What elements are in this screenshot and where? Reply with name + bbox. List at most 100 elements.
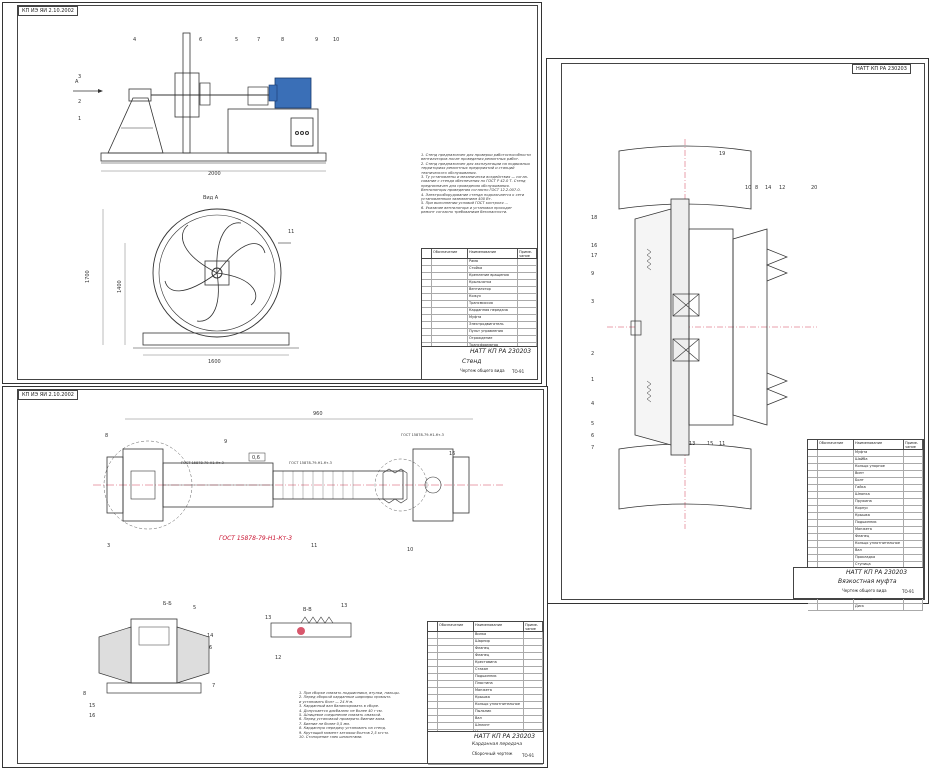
- parts-list-row: Крыльчатка: [422, 280, 537, 287]
- parts-list-cell: [438, 667, 474, 673]
- parts-list-cell: [438, 709, 474, 715]
- parts-list-cell: Пластина: [474, 681, 524, 687]
- gost-label-1: ГОСТ 15878-79-Н1-Кт-3: [181, 461, 224, 465]
- parts-list-cell: [432, 315, 468, 321]
- svg-text:17: 17: [591, 253, 597, 259]
- parts-list: Обозначение Наименование Приме-чание Муфт…: [807, 439, 924, 611]
- title-block: НАТТ КП РА 230203 Карданная передача Сбо…: [427, 731, 544, 764]
- parts-list-cell: [524, 667, 543, 673]
- parts-list-cell: [518, 308, 537, 314]
- parts-list-cell: [518, 336, 537, 342]
- parts-list-cell: [432, 336, 468, 342]
- parts-list-cell: [524, 660, 543, 666]
- svg-text:8: 8: [105, 433, 108, 439]
- parts-list-row: Фланец: [808, 534, 923, 541]
- parts-list-cell: [432, 287, 468, 293]
- parts-list-cell: Болт: [854, 478, 904, 484]
- svg-text:6: 6: [199, 37, 202, 43]
- parts-list-row: Подшипник: [428, 674, 543, 681]
- parts-list-cell: Кожух: [468, 294, 518, 300]
- parts-list-cell: [904, 471, 923, 477]
- parts-list-row: Крышка: [808, 513, 923, 520]
- parts-list-cell: [432, 322, 468, 328]
- svg-text:15: 15: [89, 703, 95, 709]
- parts-list-row: Винт: [808, 471, 923, 478]
- parts-list-row: Пыльник: [428, 709, 543, 716]
- parts-list-cell: [432, 329, 468, 335]
- svg-text:8: 8: [755, 185, 758, 191]
- svg-text:16: 16: [591, 243, 597, 249]
- parts-list-cell: [438, 653, 474, 659]
- parts-list-cell: [524, 695, 543, 701]
- svg-text:6: 6: [209, 645, 212, 651]
- parts-list-cell: [518, 259, 537, 265]
- parts-list-cell: [818, 520, 854, 526]
- parts-list-cell: [438, 723, 474, 729]
- parts-list-row: Рама: [422, 259, 537, 266]
- parts-list-cell: Ограждение: [468, 336, 518, 342]
- svg-text:11: 11: [311, 543, 317, 549]
- sheet-stand[interactable]: КП ИЭ ЯИ 2.10.2002 А 3 2 1 4 6 5 7 8 9 1…: [2, 2, 542, 384]
- svg-text:5: 5: [193, 605, 196, 611]
- parts-list-cell: [904, 485, 923, 491]
- parts-list-row: Шайба: [808, 457, 923, 464]
- parts-list-cell: [818, 534, 854, 540]
- parts-list-cell: Фланец: [474, 646, 524, 652]
- svg-text:3: 3: [107, 543, 110, 549]
- parts-list-cell: Фланец: [854, 534, 904, 540]
- parts-list-row: Фланец: [428, 653, 543, 660]
- svg-text:4: 4: [591, 401, 594, 407]
- parts-list-cell: [818, 450, 854, 456]
- parts-list-cell: Крепление вращения: [468, 273, 518, 279]
- parts-list-cell: [432, 301, 468, 307]
- svg-text:9: 9: [591, 271, 594, 277]
- parts-list-cell: [524, 716, 543, 722]
- title-block: НАТТ КП РА 230203 Стенд Чертеж общего ви…: [421, 346, 538, 380]
- parts-list-row: Пульт управления: [422, 329, 537, 336]
- parts-list-cell: [818, 499, 854, 505]
- parts-list-cell: Муфта: [854, 450, 904, 456]
- parts-list-cell: [904, 520, 923, 526]
- parts-list-cell: Шарнир: [474, 639, 524, 645]
- parts-list-cell: [904, 457, 923, 463]
- parts-list-cell: Крышка: [854, 513, 904, 519]
- gost-label-3: ГОСТ 15878-79-Н1-Кт-3: [401, 433, 444, 437]
- technical-notes: 1. Стенд предназначен для проверки работ…: [421, 153, 531, 215]
- sheet-coupling[interactable]: НАТТ КП РА 230203 19 18 16 17 9 3 2 1 4 …: [546, 58, 929, 611]
- svg-text:11: 11: [719, 441, 725, 447]
- parts-list-row: Шпонка: [808, 492, 923, 499]
- svg-text:6: 6: [591, 433, 594, 439]
- parts-list-cell: [518, 287, 537, 293]
- parts-list-row: Электродвигатель: [422, 322, 537, 329]
- parts-list-cell: [438, 695, 474, 701]
- parts-list-cell: [438, 639, 474, 645]
- parts-list-row: Муфта: [808, 450, 923, 457]
- parts-list-cell: Стойка: [468, 266, 518, 272]
- sheet-cardan[interactable]: КП ИЭ ЯИ 2.10.2002 0,6 8 9 3 11 10 16 5 …: [2, 386, 548, 768]
- parts-list-cell: [818, 513, 854, 519]
- parts-list-cell: Крестовина: [474, 660, 524, 666]
- svg-text:1: 1: [78, 116, 81, 122]
- title-block: НАТТ КП РА 230203 Вязкостная муфта Черте…: [793, 567, 924, 599]
- parts-list-cell: Кольцо уплотнительное: [854, 541, 904, 547]
- parts-list-cell: Пульт управления: [468, 329, 518, 335]
- parts-list-cell: [438, 688, 474, 694]
- parts-list-cell: Вилка: [474, 632, 524, 638]
- parts-list-cell: [524, 632, 543, 638]
- parts-list-cell: [438, 702, 474, 708]
- parts-list-cell: [818, 555, 854, 561]
- parts-list-cell: [904, 464, 923, 470]
- parts-list-cell: Фланец: [474, 653, 524, 659]
- parts-list-row: Муфта: [422, 315, 537, 322]
- parts-list-cell: [818, 485, 854, 491]
- parts-list-row: Вилка: [428, 632, 543, 639]
- parts-list-cell: Шплинт: [474, 723, 524, 729]
- parts-list-cell: Электродвигатель: [468, 322, 518, 328]
- svg-text:5: 5: [235, 37, 238, 43]
- svg-text:1700: 1700: [85, 270, 91, 283]
- svg-text:9: 9: [315, 37, 318, 43]
- parts-list-row: Подшипник: [808, 520, 923, 527]
- parts-list-row: Диск: [808, 604, 923, 611]
- svg-text:7: 7: [257, 37, 260, 43]
- parts-list-row: Фланец: [428, 646, 543, 653]
